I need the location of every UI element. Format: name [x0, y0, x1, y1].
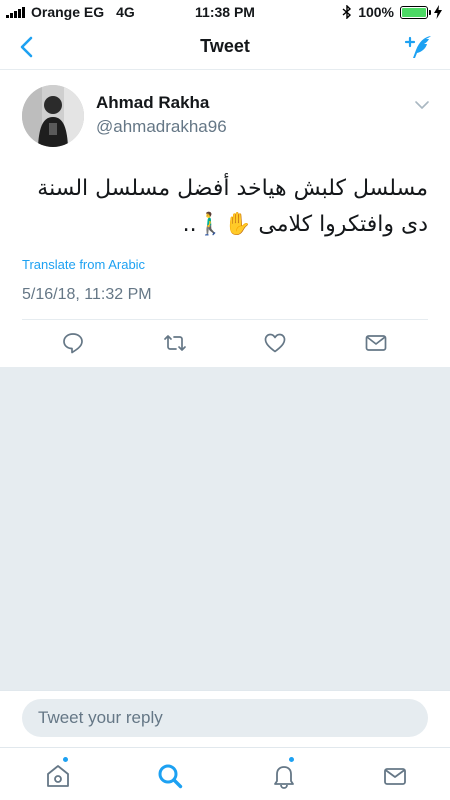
tweet-actions — [0, 331, 450, 359]
charging-icon — [434, 5, 442, 19]
tweet-detail: Ahmad Rakha @ahmadrakha96 مسلسل كلبش هيا… — [0, 71, 450, 367]
like-icon[interactable] — [263, 331, 287, 355]
navigation-bar: Tweet — [0, 24, 450, 70]
battery-fill — [402, 7, 426, 17]
tweet-text: مسلسل كلبش هياخد أفضل مسلسل السنة دى واف… — [37, 176, 428, 237]
avatar-photo — [22, 85, 84, 147]
divider — [22, 319, 428, 320]
home-notification-dot — [62, 756, 69, 763]
reply-icon[interactable] — [61, 331, 85, 355]
avatar[interactable] — [22, 85, 84, 147]
chevron-down-icon[interactable] — [414, 99, 430, 111]
page-title: Tweet — [200, 36, 250, 56]
status-bar: Orange EG 4G 11:38 PM 100% — [0, 0, 450, 24]
home-icon[interactable] — [44, 762, 72, 790]
search-icon[interactable] — [156, 762, 184, 790]
tweet-timestamp: 5/16/18, 11:32 PM — [22, 286, 152, 303]
battery-percent: 100% — [358, 4, 394, 20]
tab-bar — [0, 747, 450, 800]
author-name[interactable]: Ahmad Rakha — [96, 93, 209, 113]
direct-message-icon[interactable] — [364, 331, 388, 355]
notifications-dot — [288, 756, 295, 763]
reply-input[interactable] — [22, 699, 428, 737]
translate-link[interactable]: Translate from Arabic — [22, 257, 145, 272]
messages-icon[interactable] — [381, 762, 409, 790]
replies-area — [0, 367, 450, 690]
author-handle[interactable]: @ahmadrakha96 — [96, 117, 227, 137]
notifications-icon[interactable] — [270, 762, 298, 790]
bluetooth-icon — [342, 5, 352, 19]
compose-tweet-icon[interactable] — [404, 33, 434, 61]
retweet-icon[interactable] — [163, 331, 187, 355]
reply-bar — [0, 690, 450, 747]
status-right: 100% — [342, 4, 442, 20]
battery-icon — [400, 5, 431, 19]
